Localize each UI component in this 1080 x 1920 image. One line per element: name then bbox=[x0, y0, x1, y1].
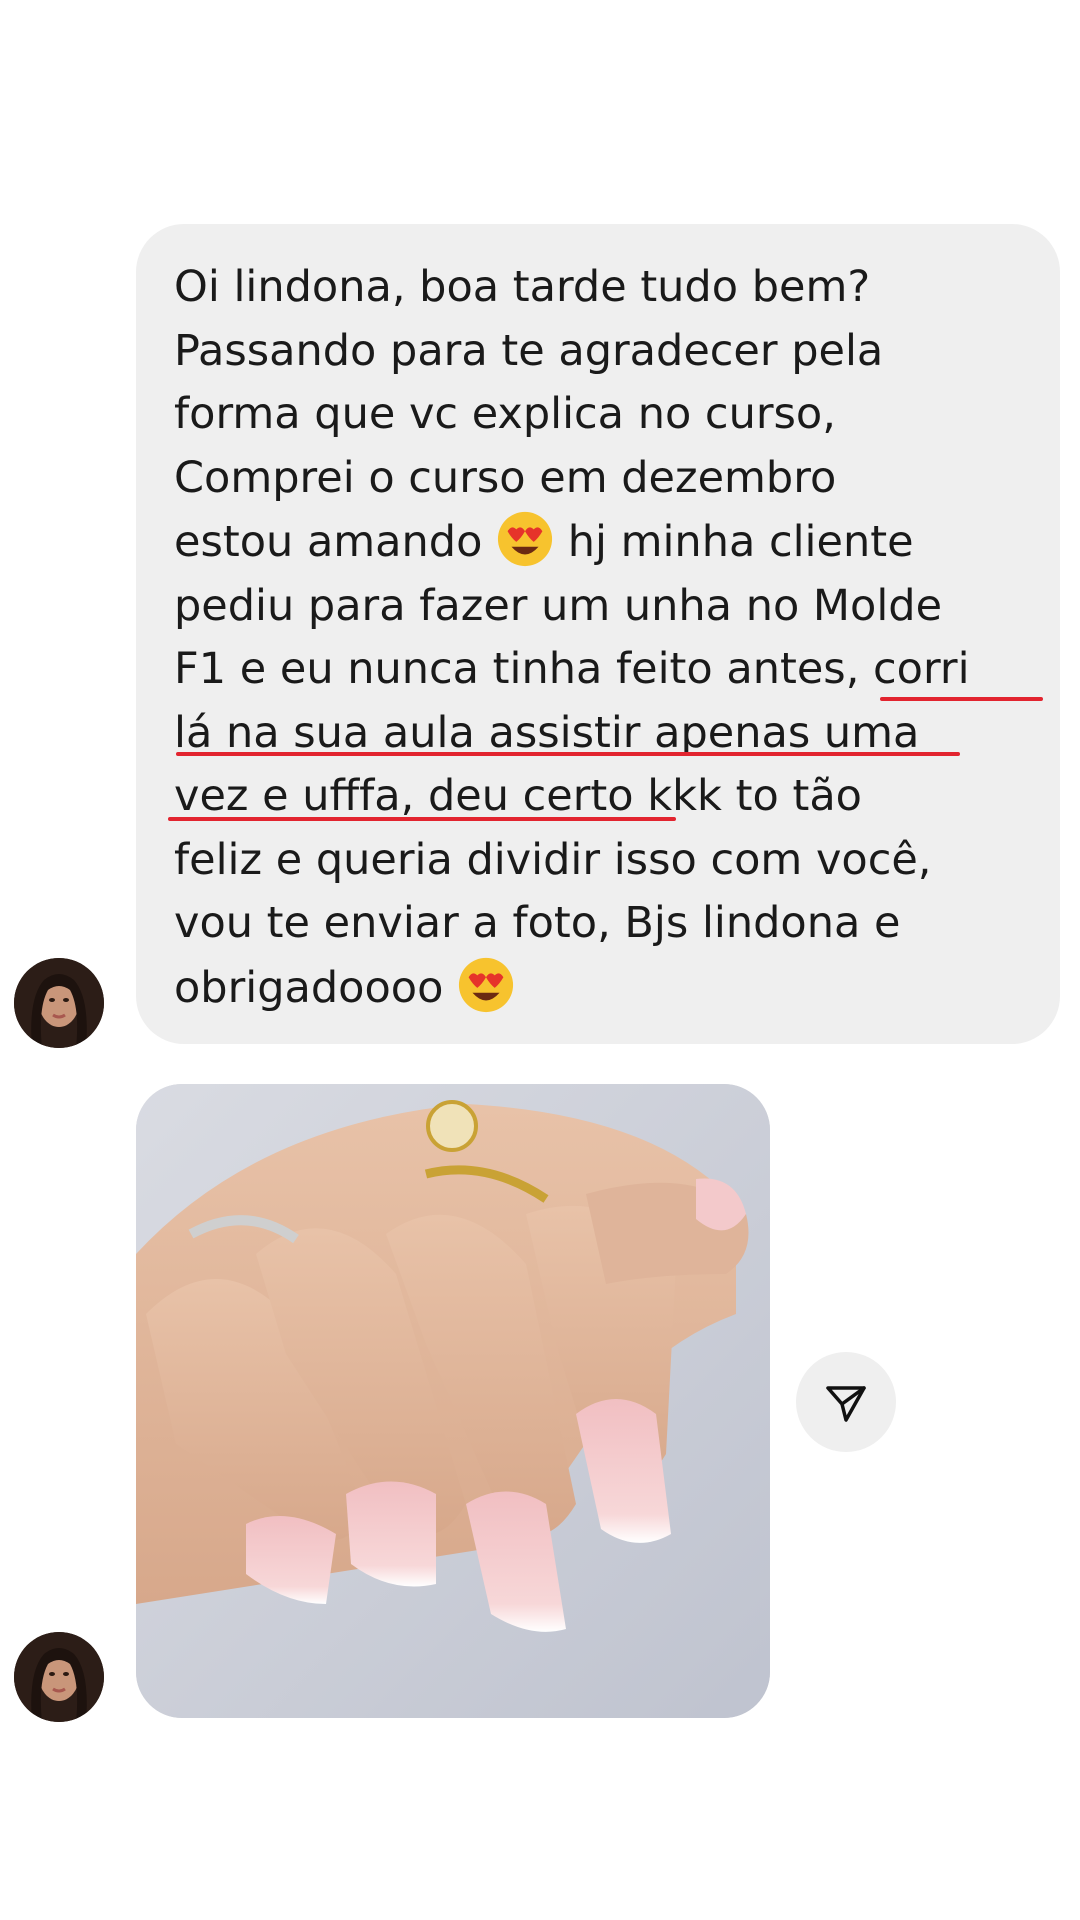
sender-avatar[interactable] bbox=[14, 1632, 104, 1722]
message-text: estou amando bbox=[174, 517, 483, 567]
avatar-image bbox=[14, 958, 104, 1048]
heart-eyes-emoji bbox=[457, 956, 515, 1014]
message-line: forma que vc explica no curso, bbox=[174, 389, 836, 439]
share-button[interactable] bbox=[796, 1352, 896, 1452]
message-text: obrigadoooo bbox=[174, 962, 444, 1013]
avatar-image bbox=[14, 1632, 104, 1722]
message-line: Oi lindona, boa tarde tudo bem? bbox=[174, 262, 871, 312]
message-line: Passando para te agradecer pela bbox=[174, 325, 884, 376]
message-line: F1 e eu nunca tinha feito antes, corri bbox=[174, 644, 970, 694]
heart-eyes-emoji bbox=[496, 510, 554, 568]
message-text: hj minha cliente bbox=[567, 517, 914, 567]
message-line: pediu para fazer um unha no Molde bbox=[174, 580, 943, 631]
paper-plane-icon bbox=[826, 1386, 866, 1422]
highlight-underline bbox=[880, 697, 1043, 701]
nail-photo[interactable] bbox=[136, 1084, 770, 1718]
message-line-with-emoji: estou amando hj minha cliente bbox=[174, 510, 1030, 575]
highlight-underline bbox=[176, 752, 960, 756]
message-line-with-emoji: obrigadoooo bbox=[174, 956, 1030, 1021]
nail-photo-image bbox=[136, 1084, 770, 1718]
message-line: Comprei o curso em dezembro bbox=[174, 452, 837, 503]
highlight-underline bbox=[168, 817, 676, 821]
message-line: vou te enviar a foto, Bjs lindona e bbox=[174, 898, 901, 948]
message-bubble[interactable]: Oi lindona, boa tarde tudo bem? Passando… bbox=[136, 224, 1060, 1044]
sender-avatar[interactable] bbox=[14, 958, 104, 1048]
message-line: feliz e queria dividir isso com você, bbox=[174, 834, 932, 885]
